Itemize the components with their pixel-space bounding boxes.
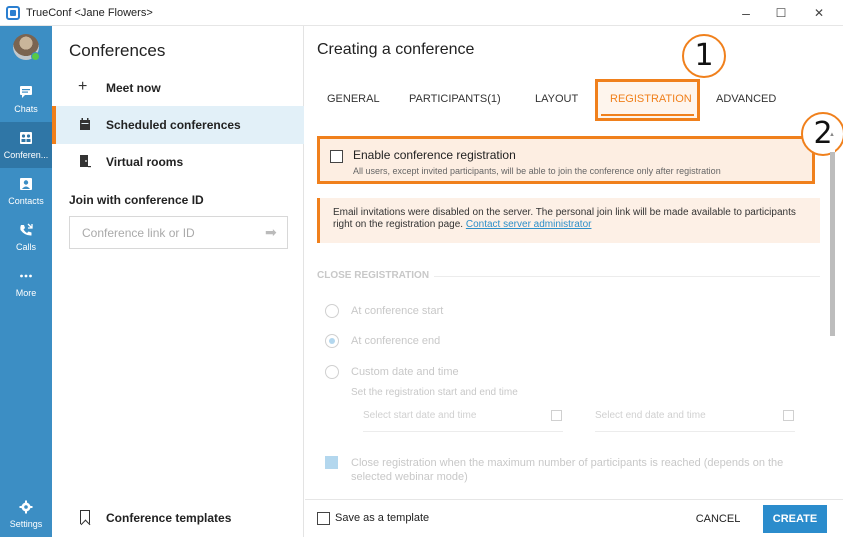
virtual-rooms-label: Virtual rooms bbox=[106, 155, 184, 169]
rail-item-chats[interactable]: Chats bbox=[0, 76, 52, 122]
more-icon bbox=[20, 274, 32, 278]
scheduled-conferences-label: Scheduled conferences bbox=[106, 118, 241, 132]
chat-icon bbox=[20, 86, 32, 98]
scheduled-conferences-item[interactable]: Scheduled conferences bbox=[52, 106, 304, 144]
conferences-panel: Conferences + Meet now Scheduled confere… bbox=[52, 26, 304, 537]
rail-item-conferences[interactable]: Conferen... bbox=[0, 122, 52, 168]
enable-registration-label: Enable conference registration bbox=[353, 148, 516, 162]
navigation-rail: Chats Conferen... Contacts Calls More Se… bbox=[0, 26, 52, 537]
enable-registration-hint: All users, except invited participants, … bbox=[353, 166, 721, 176]
notice-text: Email invitations were disabled on the s… bbox=[333, 207, 818, 231]
conference-id-input[interactable] bbox=[69, 216, 288, 249]
max-participants-checkbox[interactable] bbox=[325, 456, 338, 469]
tab-registration[interactable]: REGISTRATION bbox=[610, 93, 692, 105]
rail-item-contacts[interactable]: Contacts bbox=[0, 168, 52, 214]
save-as-template-checkbox[interactable] bbox=[317, 512, 330, 525]
radio-label: At conference start bbox=[351, 305, 444, 317]
calendar-icon bbox=[551, 410, 562, 421]
rail-item-label: Chats bbox=[14, 104, 38, 114]
calendar-icon bbox=[783, 410, 794, 421]
end-date-field[interactable]: Select end date and time bbox=[595, 410, 795, 432]
conference-templates-item[interactable]: Conference templates bbox=[52, 499, 304, 537]
meet-now-label: Meet now bbox=[106, 81, 161, 95]
door-icon bbox=[80, 155, 91, 168]
calendar-icon bbox=[80, 118, 90, 130]
close-registration-heading: CLOSE REGISTRATION bbox=[317, 270, 430, 281]
radio-label: Custom date and time bbox=[351, 366, 459, 378]
max-participants-label: Close registration when the maximum numb… bbox=[351, 457, 784, 483]
trueconf-logo-icon bbox=[6, 6, 20, 20]
rail-item-settings[interactable]: Settings bbox=[0, 491, 52, 537]
virtual-rooms-item[interactable]: Virtual rooms bbox=[52, 143, 304, 181]
gear-icon bbox=[19, 500, 33, 514]
tab-general[interactable]: GENERAL bbox=[327, 93, 380, 105]
create-button[interactable]: CREATE bbox=[763, 505, 827, 533]
create-conference-panel: Creating a conference GENERAL PARTICIPAN… bbox=[305, 26, 843, 537]
email-disabled-notice: Email invitations were disabled on the s… bbox=[317, 198, 820, 243]
section-divider bbox=[434, 276, 820, 277]
tab-layout[interactable]: LAYOUT bbox=[535, 93, 578, 105]
form-footer: Save as a template CANCEL CREATE bbox=[305, 499, 843, 537]
maximize-button[interactable]: ☐ bbox=[767, 3, 795, 23]
active-tab-indicator bbox=[601, 114, 694, 116]
save-as-template-label: Save as a template bbox=[335, 512, 430, 524]
rail-item-label: Contacts bbox=[8, 196, 44, 206]
contacts-icon bbox=[20, 178, 32, 190]
window-title: TrueConf <Jane Flowers> bbox=[26, 7, 153, 19]
rail-item-label: Conferen... bbox=[3, 150, 49, 160]
join-with-id-label: Join with conference ID bbox=[69, 193, 204, 207]
contact-admin-link[interactable]: Contact server administrator bbox=[466, 219, 592, 230]
rail-item-label: Calls bbox=[15, 242, 36, 252]
bookmark-icon bbox=[80, 510, 90, 524]
rail-item-more[interactable]: More bbox=[0, 260, 52, 306]
plus-icon: + bbox=[78, 78, 88, 95]
radio-label: At conference end bbox=[351, 335, 441, 347]
rail-item-label: Settings bbox=[9, 519, 43, 529]
conference-templates-label: Conference templates bbox=[106, 511, 232, 525]
meet-now-item[interactable]: + Meet now bbox=[52, 69, 304, 107]
scrollbar-thumb[interactable] bbox=[830, 152, 835, 336]
registration-range-hint: Set the registration start and end time bbox=[351, 387, 518, 398]
radio-at-conference-start[interactable] bbox=[325, 304, 339, 318]
enable-registration-checkbox[interactable] bbox=[330, 150, 343, 163]
rail-item-calls[interactable]: Calls bbox=[0, 214, 52, 260]
panel-title: Conferences bbox=[69, 41, 166, 60]
radio-custom-date[interactable] bbox=[325, 365, 339, 379]
close-window-button[interactable]: ✕ bbox=[805, 3, 833, 23]
start-date-field[interactable]: Select start date and time bbox=[363, 410, 563, 432]
online-status-icon bbox=[31, 52, 40, 61]
tab-participants[interactable]: PARTICIPANTS(1) bbox=[409, 93, 501, 105]
radio-at-conference-end[interactable] bbox=[325, 334, 339, 348]
cancel-button[interactable]: CANCEL bbox=[685, 506, 751, 532]
rail-item-label: More bbox=[15, 288, 37, 298]
join-arrow-icon[interactable]: ➡ bbox=[265, 224, 277, 241]
callout-badge-2: 2 bbox=[801, 112, 843, 156]
enable-registration-option[interactable]: Enable conference registration All users… bbox=[317, 136, 815, 184]
page-title: Creating a conference bbox=[317, 41, 475, 58]
callout-badge-1: 1 bbox=[682, 34, 726, 78]
title-bar: TrueConf <Jane Flowers> – ☐ ✕ bbox=[0, 0, 843, 26]
tab-advanced[interactable]: ADVANCED bbox=[716, 93, 776, 105]
minimize-button[interactable]: – bbox=[732, 3, 760, 23]
calls-icon bbox=[20, 223, 33, 236]
conference-icon bbox=[20, 132, 32, 144]
